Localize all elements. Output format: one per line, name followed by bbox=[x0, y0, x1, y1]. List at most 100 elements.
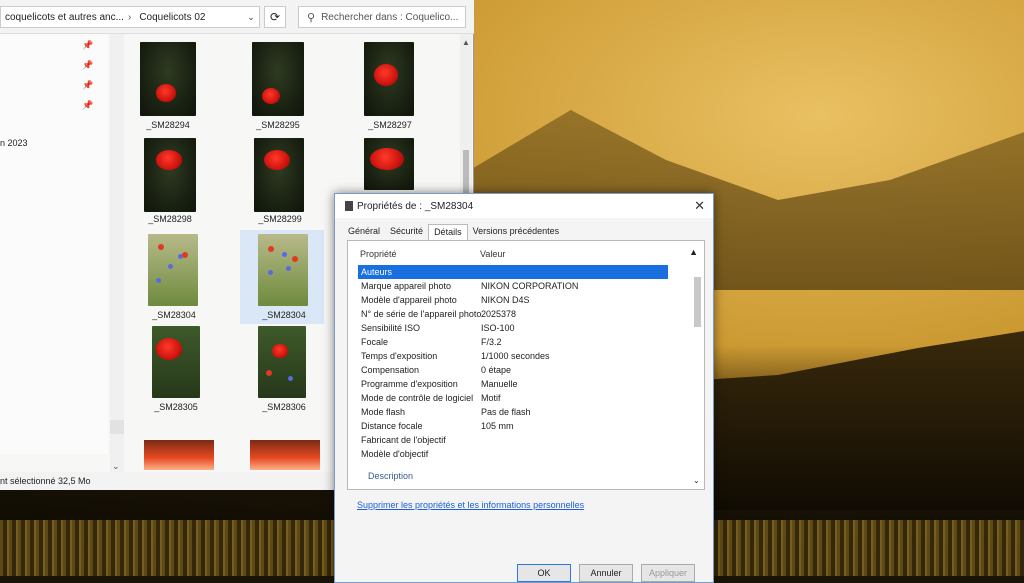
nav-scrollbar[interactable]: ⌄ bbox=[110, 34, 124, 474]
refresh-icon[interactable]: ⟳ bbox=[264, 6, 286, 28]
flower-dot bbox=[292, 256, 298, 262]
status-text: nt sélectionné 32,5 Mo bbox=[0, 476, 91, 486]
poppy-flower bbox=[156, 338, 182, 360]
image-thumbnail[interactable] bbox=[258, 326, 306, 398]
property-row[interactable]: Temps d'exposition 1/1000 secondes bbox=[358, 349, 668, 363]
image-thumbnail[interactable] bbox=[140, 42, 196, 116]
property-name: Auteurs bbox=[361, 267, 393, 277]
tab-details[interactable]: Détails bbox=[428, 224, 468, 240]
pin-icon: 📌 bbox=[82, 80, 94, 90]
apply-button[interactable]: Appliquer bbox=[641, 564, 695, 582]
column-header-property[interactable]: Propriété bbox=[360, 249, 397, 259]
property-value: NIKON D4S bbox=[481, 295, 530, 305]
scrollbar-thumb[interactable] bbox=[694, 277, 701, 327]
breadcrumb-item-current[interactable]: Coquelicots 02 bbox=[139, 12, 205, 23]
tab-versions[interactable]: Versions précédentes bbox=[468, 224, 565, 240]
thumbnail-label[interactable]: _SM28298 bbox=[130, 214, 210, 224]
thumbnail-label[interactable]: _SM28306 bbox=[244, 402, 324, 412]
tab-bar: Général Sécurité Détails Versions précéd… bbox=[343, 224, 564, 240]
cancel-button[interactable]: Annuler bbox=[579, 564, 633, 582]
property-row[interactable]: Distance focale 105 mm bbox=[358, 419, 668, 433]
property-name: Sensibilité ISO bbox=[361, 323, 421, 333]
section-description-header: Description bbox=[368, 471, 414, 481]
property-row[interactable]: Marque appareil photo NIKON CORPORATION bbox=[358, 279, 668, 293]
property-row[interactable]: Mode flash Pas de flash bbox=[358, 405, 668, 419]
chevron-up-icon[interactable]: ▲ bbox=[462, 38, 470, 47]
remove-properties-link[interactable]: Supprimer les propriétés et les informat… bbox=[357, 500, 584, 510]
chevron-up-icon[interactable]: ▲ bbox=[689, 247, 698, 257]
thumbnail-label[interactable]: _SM28304 bbox=[134, 310, 214, 320]
image-thumbnail[interactable] bbox=[254, 138, 304, 212]
property-value: NIKON CORPORATION bbox=[481, 281, 579, 291]
panel-scrollbar[interactable]: ⌄ bbox=[692, 271, 702, 485]
breadcrumb[interactable]: coquelicots et autres anc... › Coquelico… bbox=[0, 6, 260, 28]
search-icon: ⚲ bbox=[307, 11, 316, 24]
chevron-down-icon[interactable]: ⌄ bbox=[240, 6, 262, 28]
property-value: Manuelle bbox=[481, 379, 518, 389]
breadcrumb-item-parent[interactable]: coquelicots et autres anc... bbox=[5, 12, 124, 23]
image-thumbnail[interactable] bbox=[252, 42, 304, 116]
property-row[interactable]: N° de série de l'appareil photo 2025378 bbox=[358, 307, 668, 321]
image-thumbnail[interactable] bbox=[258, 234, 308, 306]
image-thumbnail[interactable] bbox=[364, 138, 414, 190]
property-row[interactable]: Modèle d'appareil photo NIKON D4S bbox=[358, 293, 668, 307]
column-header-value[interactable]: Valeur bbox=[480, 249, 505, 259]
pin-icon: 📌 bbox=[82, 100, 94, 110]
nav-scroll-corner bbox=[110, 420, 124, 434]
flower-dot bbox=[156, 278, 161, 283]
flower-dot bbox=[288, 376, 293, 381]
file-icon bbox=[345, 201, 353, 211]
image-thumbnail[interactable] bbox=[144, 138, 196, 212]
properties-dialog: Propriétés de : _SM28304 ✕ Général Sécur… bbox=[334, 193, 714, 583]
ok-button[interactable]: OK bbox=[517, 564, 571, 582]
chevron-down-icon[interactable]: ⌄ bbox=[112, 461, 120, 472]
pin-icon: 📌 bbox=[82, 60, 94, 70]
property-row[interactable]: Modèle d'objectif bbox=[358, 447, 668, 461]
poppy-flower bbox=[156, 84, 176, 102]
property-value: Motif bbox=[481, 393, 501, 403]
close-icon[interactable]: ✕ bbox=[694, 198, 705, 214]
property-list: Auteurs Marque appareil photo NIKON CORPO… bbox=[358, 265, 668, 461]
dialog-titlebar[interactable]: Propriétés de : _SM28304 ✕ bbox=[335, 194, 713, 218]
property-row[interactable]: Fabricant de l'objectif bbox=[358, 433, 668, 447]
thumbnail-label[interactable]: _SM28295 bbox=[238, 120, 318, 130]
tab-securite[interactable]: Sécurité bbox=[385, 224, 428, 240]
property-row[interactable]: Focale F/3.2 bbox=[358, 335, 668, 349]
poppy-flower bbox=[272, 344, 288, 358]
navigation-pane: 📌 📌 📌 📌 n 2023 bbox=[0, 34, 108, 454]
property-name: Mode de contrôle de logiciel bbox=[361, 393, 474, 403]
image-thumbnail[interactable] bbox=[144, 440, 214, 470]
thumbnail-label[interactable]: _SM28299 bbox=[240, 214, 320, 224]
chevron-right-icon: › bbox=[127, 11, 132, 23]
property-row[interactable]: Programme d'exposition Manuelle bbox=[358, 377, 668, 391]
tab-general[interactable]: Général bbox=[343, 224, 385, 240]
property-row[interactable]: Auteurs bbox=[358, 265, 668, 279]
property-row[interactable]: Sensibilité ISO ISO-100 bbox=[358, 321, 668, 335]
thumbnail-label[interactable]: _SM28304 bbox=[244, 310, 324, 320]
chevron-down-icon[interactable]: ⌄ bbox=[693, 476, 700, 485]
property-row[interactable]: Compensation 0 étape bbox=[358, 363, 668, 377]
image-thumbnail[interactable] bbox=[250, 440, 320, 470]
nav-item-label[interactable]: n 2023 bbox=[0, 138, 28, 148]
thumbnail-label[interactable]: _SM28305 bbox=[136, 402, 216, 412]
image-thumbnail[interactable] bbox=[148, 234, 198, 306]
property-value: Pas de flash bbox=[481, 407, 531, 417]
property-name: Programme d'exposition bbox=[361, 379, 458, 389]
thumbnail-label[interactable]: _SM28294 bbox=[128, 120, 208, 130]
property-value: F/3.2 bbox=[481, 337, 502, 347]
property-name: Temps d'exposition bbox=[361, 351, 438, 361]
property-row[interactable]: Mode de contrôle de logiciel Motif bbox=[358, 391, 668, 405]
property-name: N° de série de l'appareil photo bbox=[361, 309, 482, 319]
poppy-flower bbox=[374, 64, 398, 86]
search-input[interactable]: ⚲ Rechercher dans : Coquelico... bbox=[298, 6, 466, 28]
flower-dot bbox=[168, 264, 173, 269]
search-placeholder: Rechercher dans : Coquelico... bbox=[321, 11, 459, 23]
property-name: Modèle d'appareil photo bbox=[361, 295, 457, 305]
pin-icon: 📌 bbox=[82, 40, 94, 50]
poppy-flower bbox=[156, 150, 182, 170]
thumbnail-label[interactable]: _SM28297 bbox=[350, 120, 430, 130]
image-thumbnail[interactable] bbox=[364, 42, 414, 116]
image-thumbnail[interactable] bbox=[152, 326, 200, 398]
poppy-flower bbox=[264, 150, 290, 170]
flower-dot bbox=[282, 252, 287, 257]
